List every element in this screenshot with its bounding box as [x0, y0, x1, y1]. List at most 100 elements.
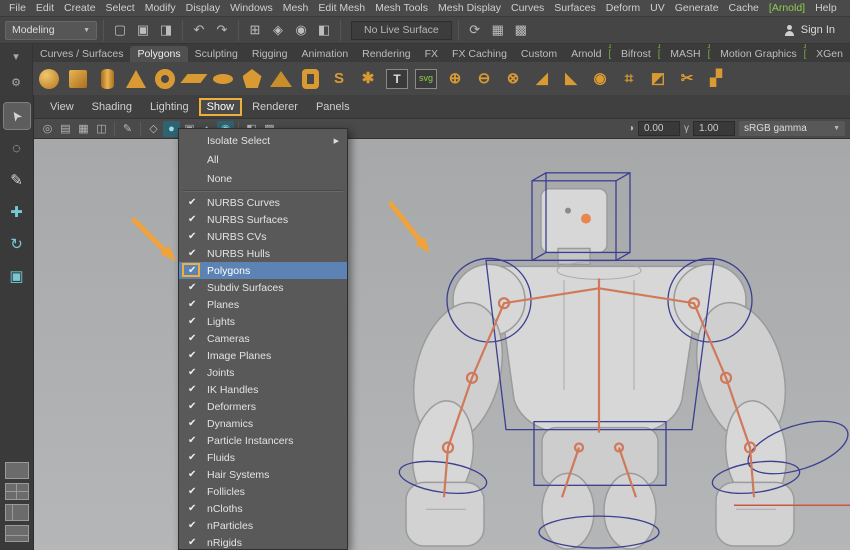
- menu-uv[interactable]: UV: [645, 2, 670, 14]
- shelf-tab-arnold[interactable]: Arnold: [564, 46, 608, 62]
- panel-menu-view[interactable]: View: [42, 98, 82, 116]
- menu-select[interactable]: Select: [101, 2, 140, 14]
- shelf-tab-fx[interactable]: FX: [418, 46, 445, 62]
- layout-split-pane-button[interactable]: [4, 525, 29, 542]
- menu-item-deformers[interactable]: ✔ Deformers: [179, 398, 347, 415]
- menu-windows[interactable]: Windows: [225, 2, 278, 14]
- new-scene-icon[interactable]: ▢: [110, 20, 130, 40]
- menu-display[interactable]: Display: [181, 2, 225, 14]
- two-d-pan-icon[interactable]: ◫: [93, 121, 110, 137]
- shelf-icon-smooth[interactable]: ◉: [587, 66, 613, 92]
- shelf-tab-rigging[interactable]: Rigging: [245, 46, 295, 62]
- menu-item-subdiv-surfaces[interactable]: ✔ Subdiv Surfaces: [179, 279, 347, 296]
- menu-file[interactable]: File: [4, 2, 31, 14]
- shelf-tab-rendering[interactable]: Rendering: [355, 46, 417, 62]
- shelf-tab-xgen[interactable]: XGen: [809, 46, 850, 62]
- redo-icon[interactable]: ↷: [212, 20, 232, 40]
- menu-item-nurbs-curves[interactable]: ✔ NURBS Curves: [179, 194, 347, 211]
- menu-item-planes[interactable]: ✔ Planes: [179, 296, 347, 313]
- scale-tool[interactable]: ▣: [4, 263, 30, 289]
- shelf-icon-boolean-intersect[interactable]: ⊗: [500, 66, 526, 92]
- panel-menu-shading[interactable]: Shading: [84, 98, 140, 116]
- layout-outliner-pane-button[interactable]: [4, 504, 29, 521]
- shelf-icon-type-text[interactable]: T: [384, 66, 410, 92]
- select-camera-icon[interactable]: ◎: [39, 121, 56, 137]
- menu-modify[interactable]: Modify: [140, 2, 181, 14]
- select-tool[interactable]: ➤: [2, 102, 31, 130]
- shelf-tab-motion-graphics[interactable]: Motion Graphics: [713, 46, 803, 62]
- shelf-icon-poly-helix[interactable]: S: [326, 66, 352, 92]
- menu-edit[interactable]: Edit: [31, 2, 59, 14]
- undo-icon[interactable]: ↶: [189, 20, 209, 40]
- menu-item-isolate-select[interactable]: Isolate Select ▶: [179, 131, 347, 150]
- shelf-menu-icon[interactable]: ▾: [13, 50, 19, 63]
- menu-item-nurbs-cvs[interactable]: ✔ NURBS CVs: [179, 228, 347, 245]
- menu-item-particle-instancers[interactable]: ✔ Particle Instancers: [179, 432, 347, 449]
- menuset-dropdown[interactable]: Modeling ▼: [5, 20, 97, 40]
- layout-single-pane-button[interactable]: [4, 462, 29, 479]
- open-scene-icon[interactable]: ▣: [133, 20, 153, 40]
- menu-item-ik-handles[interactable]: ✔ IK Handles: [179, 381, 347, 398]
- shelf-tab-bifrost[interactable]: Bifrost: [614, 46, 658, 62]
- menu-item-ncloths[interactable]: ✔ nCloths: [179, 500, 347, 517]
- snap-plane-icon[interactable]: ◧: [314, 20, 334, 40]
- menu-mesh-tools[interactable]: Mesh Tools: [370, 2, 433, 14]
- menu-item-hair-systems[interactable]: ✔ Hair Systems: [179, 466, 347, 483]
- shelf-gear-icon[interactable]: ⚙: [11, 76, 21, 89]
- construction-history-icon[interactable]: ⟳: [465, 20, 485, 40]
- snap-curve-icon[interactable]: ◈: [268, 20, 288, 40]
- menu-item-none[interactable]: None: [179, 169, 347, 188]
- menu-deform[interactable]: Deform: [601, 2, 645, 14]
- menu-item-follicles[interactable]: ✔ Follicles: [179, 483, 347, 500]
- shelf-tab-animation[interactable]: Animation: [294, 46, 355, 62]
- menu-mesh[interactable]: Mesh: [278, 2, 314, 14]
- menu-cache[interactable]: Cache: [724, 2, 764, 14]
- ipr-render-icon[interactable]: ▩: [511, 20, 531, 40]
- menu-mesh-display[interactable]: Mesh Display: [433, 2, 506, 14]
- layout-four-pane-button[interactable]: [4, 483, 29, 500]
- save-scene-icon[interactable]: ◨: [156, 20, 176, 40]
- menu-arnold[interactable]: [Arnold]: [764, 2, 810, 14]
- menu-item-cameras[interactable]: ✔ Cameras: [179, 330, 347, 347]
- snap-grid-icon[interactable]: ⊞: [245, 20, 265, 40]
- shelf-icon-poly-pyramid[interactable]: [268, 66, 294, 92]
- shelf-icon-poly-cube[interactable]: [65, 66, 91, 92]
- menu-curves[interactable]: Curves: [506, 2, 549, 14]
- paint-select-tool[interactable]: ✎: [4, 167, 30, 193]
- grease-pencil-icon[interactable]: ✎: [119, 121, 136, 137]
- viewport-3d[interactable]: [34, 139, 850, 550]
- colorspace-dropdown[interactable]: sRGB gamma ▼: [739, 121, 845, 136]
- render-icon[interactable]: ▦: [488, 20, 508, 40]
- shelf-icon-poly-sphere[interactable]: [36, 66, 62, 92]
- live-surface-field[interactable]: No Live Surface: [351, 20, 452, 40]
- menu-help[interactable]: Help: [810, 2, 842, 14]
- menu-item-image-planes[interactable]: ✔ Image Planes: [179, 347, 347, 364]
- rotate-tool[interactable]: ↻: [4, 231, 30, 257]
- wireframe-icon[interactable]: ◇: [145, 121, 162, 137]
- shelf-icon-extrude[interactable]: ⌗: [616, 66, 642, 92]
- shelf-tab-mash[interactable]: MASH: [663, 46, 707, 62]
- shelf-icon-bevel[interactable]: ◩: [645, 66, 671, 92]
- sign-in-button[interactable]: Sign In: [784, 24, 845, 36]
- menu-item-dynamics[interactable]: ✔ Dynamics: [179, 415, 347, 432]
- exposure-field[interactable]: 0.00: [638, 121, 680, 136]
- menu-create[interactable]: Create: [59, 2, 101, 14]
- shelf-icon-poly-gear[interactable]: ✱: [355, 66, 381, 92]
- menu-edit-mesh[interactable]: Edit Mesh: [313, 2, 370, 14]
- menu-item-nparticles[interactable]: ✔ nParticles: [179, 517, 347, 534]
- menu-item-lights[interactable]: ✔ Lights: [179, 313, 347, 330]
- shelf-tab-polygons[interactable]: Polygons: [130, 46, 188, 62]
- shelf-icon-poly-plane[interactable]: [180, 66, 208, 92]
- shelf-tab-curves-surfaces[interactable]: Curves / Surfaces: [33, 46, 130, 62]
- shelf-icon-poly-torus[interactable]: [152, 66, 178, 92]
- shelf-icon-poly-disc[interactable]: [210, 66, 236, 92]
- shelf-icon-svg-tool[interactable]: svg: [413, 66, 439, 92]
- shelf-icon-combine[interactable]: ◢: [529, 66, 555, 92]
- snap-point-icon[interactable]: ◉: [291, 20, 311, 40]
- shelf-icon-poly-cylinder[interactable]: [94, 66, 120, 92]
- panel-menu-lighting[interactable]: Lighting: [142, 98, 197, 116]
- menu-generate[interactable]: Generate: [670, 2, 724, 14]
- menu-item-nrigids[interactable]: ✔ nRigids: [179, 534, 347, 549]
- shelf-tab-fx-caching[interactable]: FX Caching: [445, 46, 514, 62]
- menu-item-nurbs-surfaces[interactable]: ✔ NURBS Surfaces: [179, 211, 347, 228]
